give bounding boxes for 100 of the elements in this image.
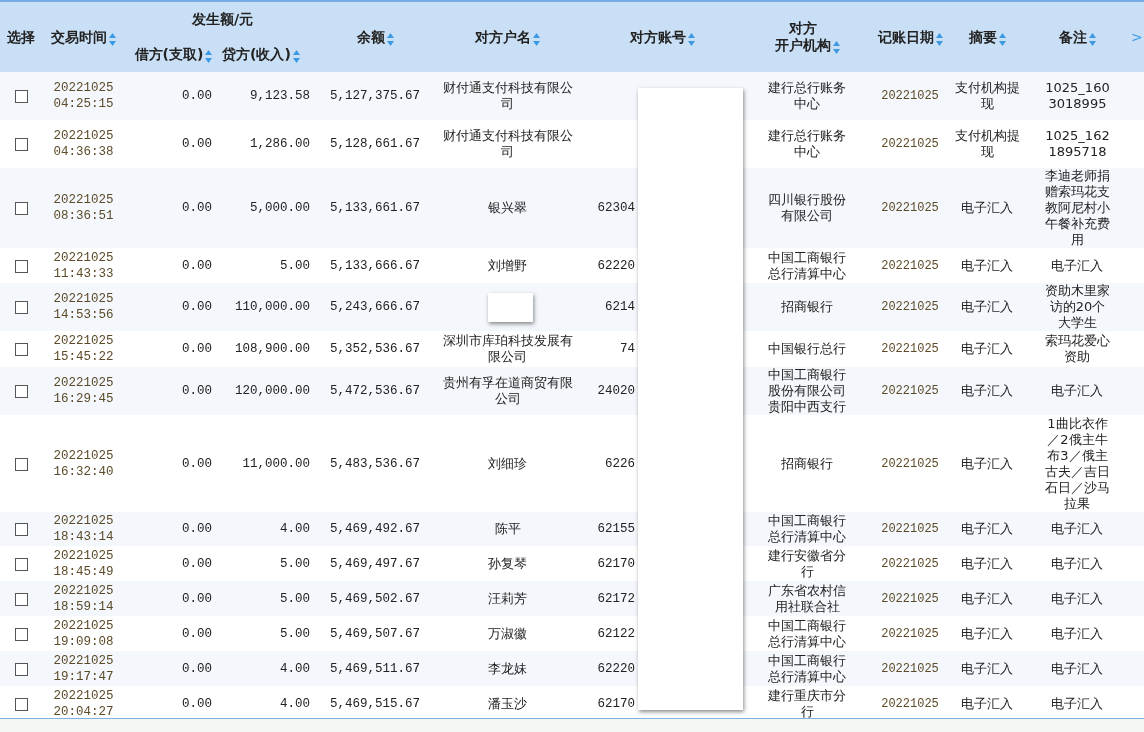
bank-name: 中国工商银行总行清算中心 (767, 617, 848, 650)
column-header[interactable]: 摘要 (969, 28, 1006, 46)
amount-text: 0.00 (182, 258, 212, 273)
column-header[interactable]: 对方 开户机构 (775, 20, 840, 54)
amount-text: 11,000.00 (242, 456, 310, 471)
balance-text: 5,133,666.67 (330, 258, 420, 273)
amount-text: 5.00 (280, 591, 310, 606)
payer-name: 汪莉芳 (487, 590, 528, 607)
transaction-time: 20221025 04:36:38 (53, 129, 114, 159)
row-checkbox[interactable] (14, 343, 28, 356)
bank-name: 四川银行股份有限公司 (767, 192, 848, 224)
remark-text: 李迪老师捐赠索玛花支教阿尼村小午餐补充费用 (1044, 168, 1111, 248)
amount-text: 4.00 (280, 696, 310, 711)
remark-text: 电子汇入 (1050, 695, 1105, 712)
summary-text: 电子汇入 (960, 383, 1015, 399)
row-checkbox[interactable] (14, 662, 28, 676)
balance-text: 5,128,661.67 (330, 137, 420, 151)
summary-text: 电子汇入 (960, 455, 1015, 472)
balance-text: 5,469,497.67 (330, 556, 420, 571)
payer-name: 李龙妹 (487, 660, 528, 677)
row-checkbox[interactable] (14, 697, 28, 711)
row-checkbox[interactable] (14, 627, 28, 641)
account-number: 6226 (605, 456, 635, 471)
row-checkbox[interactable] (14, 202, 28, 215)
account-number: 62155 (597, 522, 635, 536)
column-header[interactable]: 交易时间 (51, 28, 116, 46)
amount-text: 5.00 (280, 626, 310, 641)
amount-text: 0.00 (182, 342, 212, 356)
posting-date: 20221025 (881, 300, 939, 314)
amount-text: 5,000.00 (250, 201, 310, 215)
transaction-time: 20221025 19:09:08 (53, 618, 114, 649)
row-checkbox[interactable] (14, 301, 28, 314)
summary-text: 电子汇入 (960, 625, 1015, 642)
posting-date: 20221025 (881, 456, 939, 471)
summary-text: 电子汇入 (960, 200, 1015, 216)
row-checkbox[interactable] (14, 90, 28, 103)
summary-text: 电子汇入 (960, 695, 1015, 712)
balance-text: 5,469,515.67 (330, 696, 420, 711)
amount-text: 0.00 (182, 556, 212, 571)
amount-text: 1,286.00 (250, 137, 310, 151)
payer-name: 潘玉沙 (487, 695, 528, 712)
column-header[interactable]: 借方(支取) (134, 46, 213, 63)
column-group-header: 发生额/元 (191, 11, 254, 28)
posting-date: 20221025 (881, 626, 939, 641)
balance-text: 5,133,661.67 (330, 201, 420, 215)
bank-name: 中国工商银行总行清算中心 (767, 249, 848, 282)
account-number: 6214 (605, 300, 635, 314)
amount-text: 0.00 (182, 456, 212, 471)
amount-text: 108,900.00 (235, 342, 310, 356)
transaction-time: 20221025 20:04:27 (53, 688, 114, 718)
amount-text: 0.00 (182, 384, 212, 398)
row-checkbox[interactable] (14, 138, 28, 151)
transaction-time: 20221025 08:36:51 (53, 193, 114, 223)
posting-date: 20221025 (881, 661, 939, 676)
summary-text: 电子汇入 (960, 257, 1015, 274)
column-header[interactable]: 余额 (356, 28, 394, 46)
account-number: 62220 (597, 258, 635, 273)
transaction-time: 20221025 14:53:56 (53, 292, 114, 322)
summary-text: 支付机构提现 (954, 80, 1021, 112)
bank-name: 中国工商银行股份有限公司贵阳中西支行 (767, 367, 848, 415)
column-header[interactable]: 备注 (1059, 28, 1096, 46)
payer-name: 孙复琴 (487, 555, 528, 572)
row-checkbox[interactable] (14, 557, 28, 571)
row-checkbox[interactable] (14, 592, 28, 606)
bank-name: 广东省农村信用社联合社 (767, 582, 848, 615)
column-header[interactable]: 对方账号 (630, 28, 695, 46)
remark-text: 索玛花爱心资助 (1044, 333, 1111, 365)
row-checkbox[interactable] (14, 457, 28, 471)
remark-text: 电子汇入 (1050, 521, 1105, 537)
payer-name: 万淑徽 (487, 625, 528, 642)
account-number: 62170 (597, 696, 635, 711)
payer-name: 陈平 (493, 521, 522, 537)
posting-date: 20221025 (881, 522, 939, 536)
payer-name: 银兴翠 (487, 200, 528, 216)
summary-text: 电子汇入 (960, 341, 1015, 357)
column-header[interactable]: 对方户名 (475, 28, 540, 46)
bank-name: 建行总行账务中心 (767, 128, 848, 160)
row-checkbox[interactable] (14, 523, 28, 536)
remark-text: 电子汇入 (1050, 590, 1105, 607)
balance-text: 5,469,511.67 (330, 661, 420, 676)
column-header[interactable]: 记账日期 (877, 28, 943, 46)
summary-text: 电子汇入 (960, 299, 1015, 315)
transaction-time: 20221025 18:59:14 (53, 583, 114, 614)
amount-text: 0.00 (182, 522, 212, 536)
transaction-time: 20221025 18:43:14 (53, 514, 114, 544)
balance-text: 5,243,666.67 (330, 300, 420, 314)
posting-date: 20221025 (881, 89, 939, 103)
column-header: 选择 (7, 28, 35, 46)
bank-name: 建行安徽省分行 (767, 547, 848, 580)
posting-date: 20221025 (881, 258, 939, 273)
summary-text: 支付机构提现 (954, 128, 1021, 160)
row-checkbox[interactable] (14, 385, 28, 398)
account-number: 62304 (597, 201, 635, 215)
transaction-time: 20221025 16:29:45 (53, 376, 114, 406)
transaction-time: 20221025 11:43:33 (53, 250, 114, 281)
amount-text: 4.00 (280, 522, 310, 536)
row-checkbox[interactable] (14, 259, 28, 273)
column-header[interactable]: 贷方(收入) (222, 46, 300, 63)
payer-name: 深圳市库珀科技发展有限公司 (441, 333, 574, 365)
summary-text: 电子汇入 (960, 590, 1015, 607)
